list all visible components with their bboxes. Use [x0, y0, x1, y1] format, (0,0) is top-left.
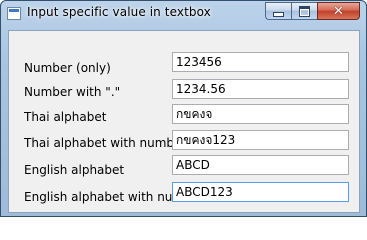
- thai-alphabet-input[interactable]: [172, 104, 349, 124]
- label-number-only: Number (only): [24, 61, 111, 75]
- close-button[interactable]: ✕: [317, 2, 360, 20]
- window-title: Input specific value in textbox: [27, 5, 211, 19]
- caption-buttons: ✕: [265, 2, 360, 21]
- number-only-input[interactable]: [172, 52, 349, 72]
- maximize-button[interactable]: [291, 2, 317, 20]
- label-thai-alphabet-with-number: Thai alphabet with number: [24, 136, 187, 150]
- title-bar[interactable]: Input specific value in textbox ✕: [1, 1, 366, 28]
- minimize-button[interactable]: [265, 2, 291, 20]
- app-window: Input specific value in textbox ✕ Number…: [0, 0, 367, 217]
- form-client-area: Number (only) Number with "." Thai alpha…: [8, 30, 360, 213]
- english-alphabet-with-number-input[interactable]: [172, 182, 349, 202]
- close-icon: ✕: [333, 3, 344, 19]
- form-icon[interactable]: [7, 7, 21, 20]
- label-english-alphabet: English alphabet: [24, 163, 125, 177]
- thai-alphabet-with-number-input[interactable]: [172, 130, 349, 150]
- number-with-dot-input[interactable]: [172, 79, 349, 99]
- minimize-icon: [273, 11, 284, 17]
- maximize-icon: [299, 5, 310, 17]
- label-number-with-dot: Number with ".": [24, 85, 121, 99]
- english-alphabet-input[interactable]: [172, 155, 349, 175]
- label-thai-alphabet: Thai alphabet: [24, 110, 107, 124]
